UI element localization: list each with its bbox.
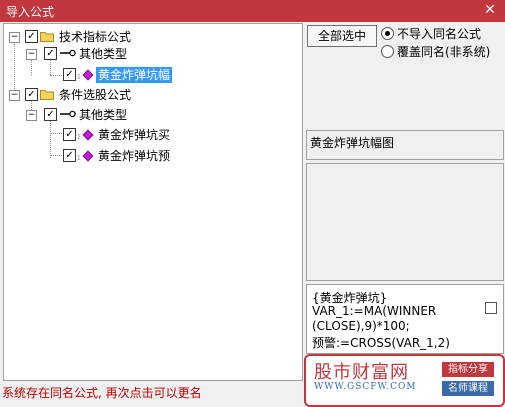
select-all-button[interactable]: 全部选中 (307, 25, 377, 47)
node-checkbox[interactable]: ✓ (63, 149, 76, 162)
indicator-gem-icon: Σ (77, 129, 94, 141)
watermark-tag-share: 指标分享 (442, 362, 494, 377)
collapse-expander[interactable]: − (9, 32, 20, 43)
collapse-expander[interactable]: − (26, 110, 37, 121)
window-title: 导入公式 (6, 5, 55, 19)
svg-text:Σ: Σ (77, 134, 81, 141)
tree-node-other-types[interactable]: − ✓ 其他类型 (4, 107, 294, 125)
node-checkbox[interactable]: ✓ (63, 68, 76, 81)
svg-text:Σ: Σ (77, 155, 81, 162)
formula-name: 黄金炸弹坑幅图 (310, 136, 395, 150)
node-checkbox[interactable]: ✓ (25, 88, 38, 101)
radio-label: 覆盖同名(非系统) (397, 45, 491, 59)
code-line: 预警:=CROSS(VAR_1,2) (312, 336, 450, 350)
site-watermark: 股市财富网 WWW.GSCFW.COM 指标分享 名师课程 (304, 354, 505, 407)
tree-node-other-types[interactable]: − ✓ 其他类型 (4, 46, 294, 64)
node-checkbox[interactable]: ✓ (44, 47, 57, 60)
tree-node-formula-fu[interactable]: ✓ Σ 黄金炸弹坑幅 (4, 67, 294, 85)
formula-tree[interactable]: − ✓ 技术指标公式 − ✓ 其他类型 ✓ Σ 黄金炸弹坑幅 − ✓ 条件选股公… (3, 23, 303, 381)
key-icon (60, 49, 76, 57)
radio-overwrite-duplicates[interactable] (381, 45, 394, 58)
watermark-logo-text: 股市财富网 (314, 362, 409, 383)
status-message: 系统存在同名公式, 再次点击可以更名 (2, 386, 202, 400)
indicator-gem-icon: Σ (77, 150, 94, 162)
indicator-gem-icon: Σ (77, 69, 94, 81)
folder-icon (40, 90, 54, 100)
watermark-url: WWW.GSCFW.COM (314, 382, 417, 392)
formula-preview-panel (306, 163, 504, 281)
collapse-expander[interactable]: − (9, 90, 20, 101)
code-checkbox[interactable] (485, 302, 497, 314)
node-checkbox[interactable]: ✓ (25, 30, 38, 43)
tree-node-label: 黄金炸弹坑买 (98, 128, 171, 142)
tree-node-label: 黄金炸弹坑预 (98, 149, 171, 163)
formula-name-panel: 黄金炸弹坑幅图 (306, 130, 504, 160)
node-checkbox[interactable]: ✓ (44, 108, 57, 121)
watermark-tag-course: 名师课程 (442, 381, 494, 396)
collapse-expander[interactable]: − (26, 49, 37, 60)
tree-node-technical-indicators[interactable]: − ✓ 技术指标公式 (4, 29, 294, 47)
svg-text:Σ: Σ (77, 74, 81, 81)
tree-node-stock-selection[interactable]: − ✓ 条件选股公式 (4, 87, 294, 105)
code-line: VAR_1:=MA(WINNER (312, 304, 437, 318)
node-checkbox[interactable]: ✓ (63, 128, 76, 141)
tree-node-label: 黄金炸弹坑幅 (96, 67, 173, 83)
folder-icon (40, 32, 54, 42)
code-line: (CLOSE),9)*100; (312, 319, 410, 333)
tree-node-label: 其他类型 (79, 108, 128, 122)
tree-node-label: 条件选股公式 (59, 88, 132, 102)
formula-code-box[interactable]: {黄金炸弹坑} VAR_1:=MA(WINNER (CLOSE),9)*100;… (306, 284, 504, 354)
key-icon (60, 110, 76, 118)
tree-node-label: 其他类型 (79, 47, 128, 61)
radio-label: 不导入同名公式 (397, 27, 482, 41)
title-bar: 导入公式 ✕ (0, 0, 505, 22)
tree-node-formula-yu[interactable]: ✓ Σ 黄金炸弹坑预 (4, 148, 294, 166)
radio-skip-duplicates[interactable] (381, 27, 394, 40)
tree-node-formula-mai[interactable]: ✓ Σ 黄金炸弹坑买 (4, 127, 294, 145)
tree-node-label: 技术指标公式 (59, 30, 132, 44)
close-button[interactable]: ✕ (481, 1, 499, 19)
